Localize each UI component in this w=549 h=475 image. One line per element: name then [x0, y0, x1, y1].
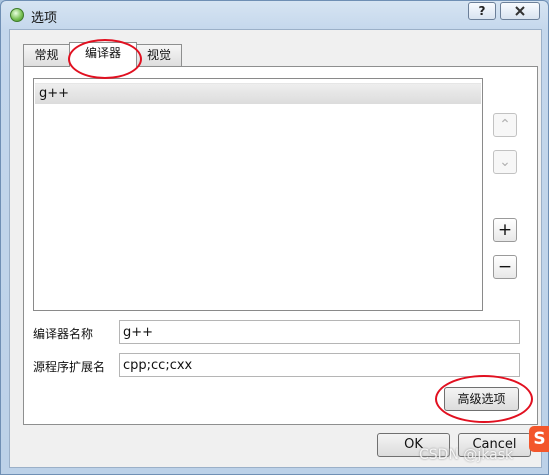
options-dialog: 选项 ? 常规 编译器 视觉 g++ ⌃ ⌄ + − 编译器名称 g++ 源程序…: [0, 0, 549, 475]
source-extension-input[interactable]: [119, 353, 520, 377]
window-title: 选项: [31, 11, 58, 26]
tab-general[interactable]: 常规: [23, 44, 70, 66]
compiler-name-label: 编译器名称: [33, 327, 94, 341]
add-compiler-button[interactable]: +: [493, 218, 517, 242]
app-icon: [10, 8, 24, 22]
help-button[interactable]: ?: [468, 2, 496, 20]
close-button[interactable]: [500, 2, 540, 20]
remove-compiler-button[interactable]: −: [493, 255, 517, 279]
title-bar: 选项 ?: [1, 1, 548, 29]
sogou-logo-icon: S: [529, 426, 549, 452]
chevron-down-icon: ⌄: [499, 154, 511, 170]
compiler-name-input[interactable]: [119, 320, 520, 344]
compiler-panel: g++ ⌃ ⌄ + − 编译器名称 源程序扩展名 高级选项: [23, 66, 538, 425]
tab-compiler[interactable]: 编译器: [69, 42, 137, 67]
watermark: CSDN @jkask: [419, 447, 514, 463]
move-up-button[interactable]: ⌃: [493, 113, 517, 137]
list-item[interactable]: g++: [35, 83, 481, 104]
tab-visual[interactable]: 视觉: [136, 44, 182, 66]
dialog-body: 常规 编译器 视觉 g++ ⌃ ⌄ + − 编译器名称 源程序扩展名 高级选项: [9, 29, 542, 468]
source-extension-label: 源程序扩展名: [33, 360, 106, 374]
plus-icon: +: [497, 220, 513, 240]
move-down-button[interactable]: ⌄: [493, 150, 517, 174]
minus-icon: −: [497, 257, 513, 277]
close-icon: [515, 6, 525, 16]
advanced-options-button[interactable]: 高级选项: [444, 387, 519, 411]
chevron-up-icon: ⌃: [499, 117, 511, 133]
compiler-list[interactable]: g++: [33, 78, 483, 311]
